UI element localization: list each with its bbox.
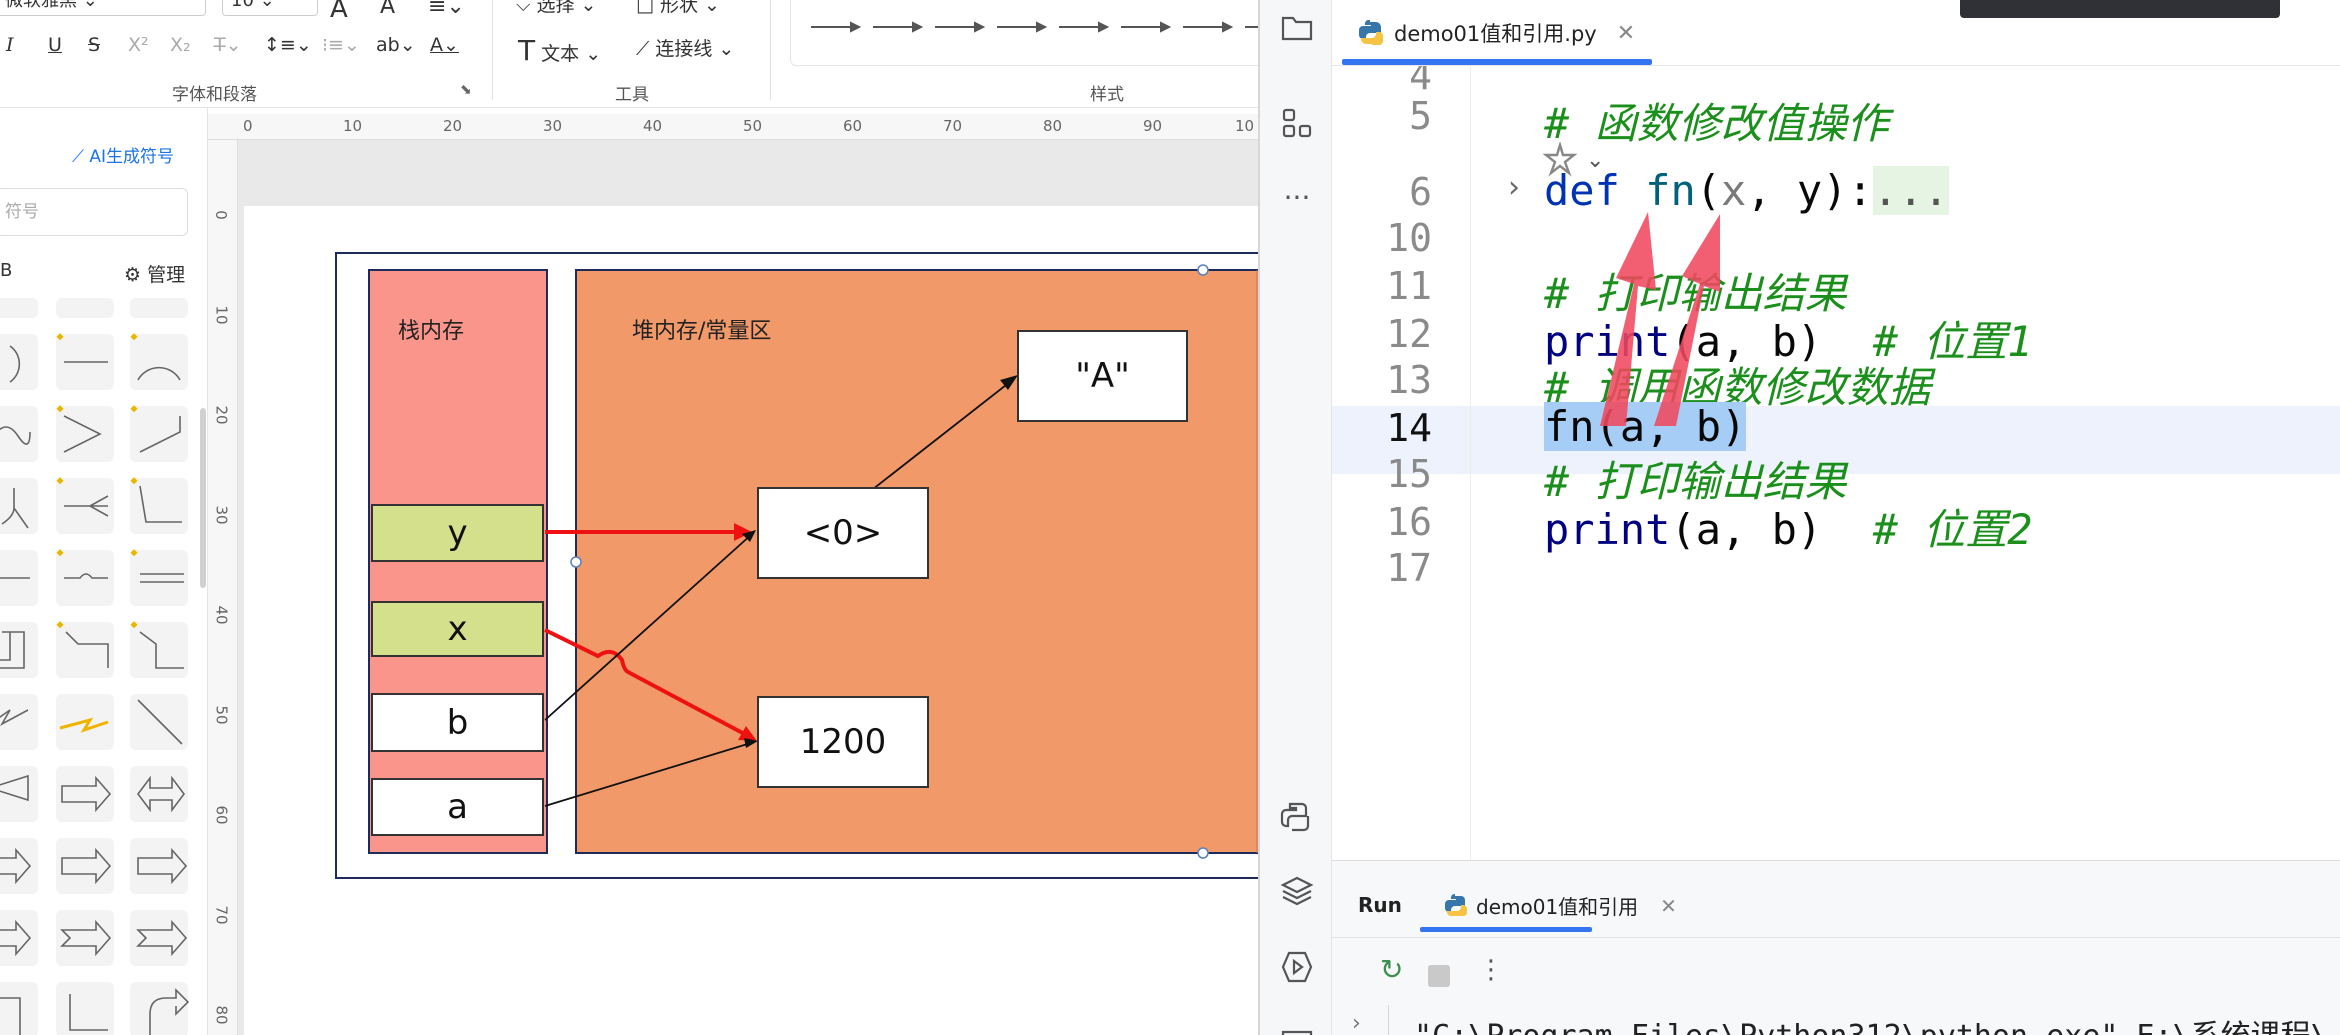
selection-handle bbox=[1197, 847, 1209, 859]
tool-window-strip: ··· bbox=[1260, 0, 1332, 1035]
rerun-icon[interactable]: ↻ bbox=[1380, 953, 1403, 986]
heap-string-object[interactable]: "A" bbox=[1017, 330, 1188, 422]
diagram-editor: 微软雅黑 ⌄ 10 ⌄ A A ≡⌄ I U S X² X₂ T̶⌄ ↕≡⌄ ⁝… bbox=[0, 0, 1258, 1035]
expand-icon[interactable]: › bbox=[1352, 1011, 1361, 1035]
editor-tab-demo01[interactable]: demo01值和引用.py ✕ bbox=[1342, 0, 1651, 66]
more-tools-icon[interactable]: ··· bbox=[1278, 178, 1316, 216]
ide-window: ··· demo01值和引用.py ✕ 4 5 6 10 11 12 13 14… bbox=[1258, 0, 2340, 1035]
python-console-icon[interactable] bbox=[1278, 798, 1316, 836]
run-output-line: "C:\Program Files\Python312\python.exe" … bbox=[1414, 1011, 2329, 1035]
heap-tuple-object[interactable]: <0> bbox=[757, 487, 929, 579]
run-panel-title: Run bbox=[1358, 893, 1402, 917]
run-tab-indicator bbox=[1420, 927, 1592, 932]
annotation-arrow-y bbox=[1654, 214, 1720, 426]
editor-tab-title: demo01值和引用.py bbox=[1394, 22, 1597, 46]
heap-int-object[interactable]: 1200 bbox=[757, 696, 929, 788]
structure-icon[interactable] bbox=[1278, 104, 1316, 142]
python-file-icon bbox=[1445, 893, 1467, 916]
stop-icon[interactable] bbox=[1428, 965, 1450, 987]
close-run-tab-icon[interactable]: ✕ bbox=[1660, 894, 1677, 918]
more-actions-icon[interactable]: ⋮ bbox=[1478, 955, 1504, 985]
project-folder-icon[interactable] bbox=[1278, 8, 1316, 46]
close-tab-icon[interactable]: ✕ bbox=[1617, 21, 1635, 46]
stack-var-x[interactable]: x bbox=[371, 601, 544, 657]
run-tool-icon[interactable] bbox=[1278, 948, 1316, 986]
selection-handle bbox=[570, 556, 582, 568]
layers-icon[interactable] bbox=[1278, 872, 1316, 910]
code-editor[interactable]: 4 5 6 10 11 12 13 14 15 16 17 › # 函数修改值操… bbox=[1332, 66, 2340, 860]
floating-toolbar[interactable] bbox=[1960, 0, 2280, 18]
python-file-icon bbox=[1359, 20, 1383, 45]
active-tab-indicator bbox=[1342, 59, 1652, 65]
memory-diagram[interactable] bbox=[0, 0, 1258, 1035]
stack-var-b[interactable]: b bbox=[371, 693, 544, 752]
annotation-arrows bbox=[1600, 212, 1720, 426]
stack-var-y[interactable]: y bbox=[371, 504, 544, 562]
run-config-name: demo01值和引用 bbox=[1476, 895, 1639, 919]
run-panel: Run demo01值和引用 ✕ ↻ ⋮ › "C:\Program Files… bbox=[1332, 860, 2340, 1035]
selection-handle bbox=[1197, 264, 1209, 276]
heap-title: 堆内存/常量区 bbox=[632, 319, 772, 344]
stack-title: 栈内存 bbox=[398, 319, 465, 344]
run-config-tab[interactable]: demo01值和引用 ✕ bbox=[1444, 891, 1677, 920]
annotation-arrow-x bbox=[1600, 212, 1656, 426]
terminal-icon[interactable] bbox=[1278, 1020, 1316, 1035]
stack-var-a[interactable]: a bbox=[371, 778, 544, 836]
